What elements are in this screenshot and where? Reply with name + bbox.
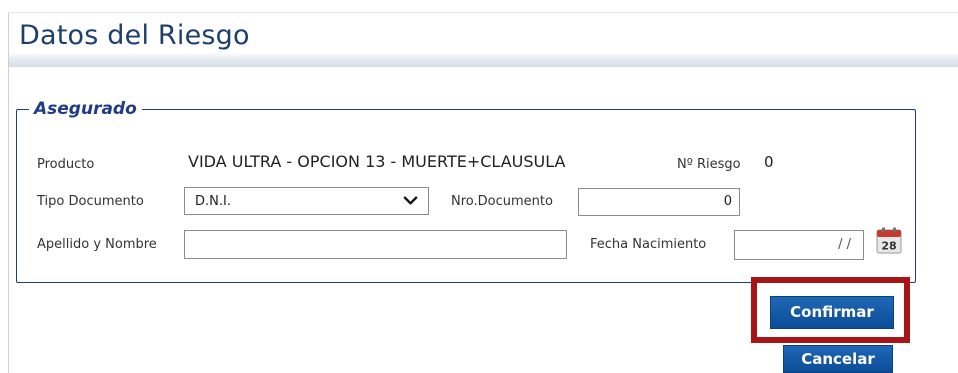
apellido-nombre-input[interactable] [184,230,567,259]
nro-documento-label: Nro.Documento [451,194,553,209]
riesgo-value: 0 [764,153,774,171]
tipo-documento-label: Tipo Documento [37,194,144,209]
calendar-icon[interactable]: 28 [876,227,902,254]
apellido-nombre-label: Apellido y Nombre [37,237,157,252]
tipo-documento-select[interactable]: D.N.I. [184,187,429,215]
fecha-nacimiento-label: Fecha Nacimiento [590,237,707,252]
fecha-nacimiento-input[interactable]: / / [734,230,864,260]
page-title: Datos del Riesgo [19,20,250,51]
section-legend: Asegurado [34,99,137,119]
tipo-documento-value: D.N.I. [195,193,231,209]
page: Datos del Riesgo Asegurado Producto VIDA… [0,0,958,373]
cancel-button[interactable]: Cancelar [783,345,893,373]
riesgo-label: Nº Riesgo [677,157,741,172]
chevron-down-icon [403,196,418,205]
producto-label: Producto [37,157,95,172]
confirm-button[interactable]: Confirmar [770,296,894,329]
calendar-day-text: 28 [881,240,896,253]
producto-value: VIDA ULTRA - OPCION 13 - MUERTE+CLAUSULA [188,152,566,171]
nro-documento-input[interactable]: 0 [578,188,740,216]
